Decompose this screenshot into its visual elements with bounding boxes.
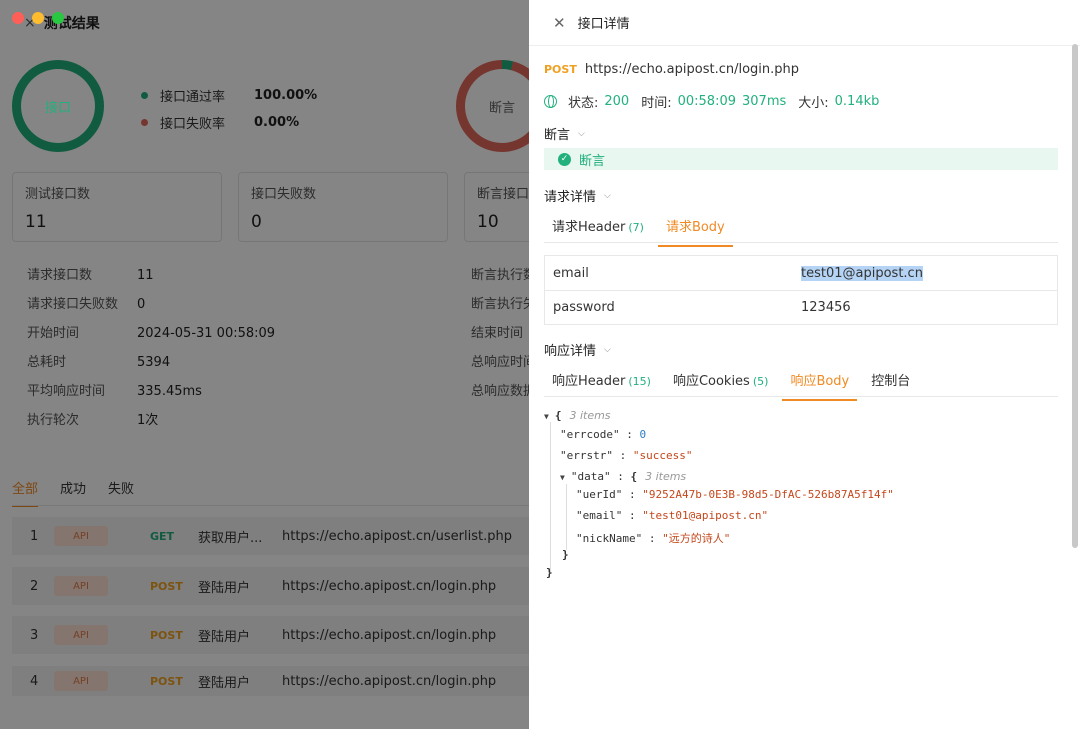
json-key: "email" bbox=[576, 509, 623, 522]
json-key: "data" bbox=[570, 470, 611, 483]
json-line: "email" : "test01@apipost.cn" bbox=[576, 509, 769, 522]
assert-item-label: 断言 bbox=[579, 153, 606, 169]
json-close-brace: } bbox=[562, 548, 569, 561]
json-key: "errcode" bbox=[560, 428, 620, 441]
json-key: "uerId" bbox=[576, 488, 623, 501]
json-line: "nickName" : "远方的诗人" bbox=[576, 532, 731, 545]
tab-label: 响应Header bbox=[552, 374, 626, 389]
table-row: email test01@apipost.cn bbox=[545, 256, 1057, 290]
duration-value: 307ms bbox=[742, 94, 787, 109]
tab-label: 请求Body bbox=[665, 220, 725, 235]
method-label: POST bbox=[544, 63, 577, 76]
window-zoom-button[interactable] bbox=[52, 12, 64, 24]
tab-label: 请求Header bbox=[552, 220, 626, 235]
json-root-line[interactable]: ▼{3 items bbox=[544, 409, 611, 422]
assert-result: ✓ 断言 bbox=[544, 148, 1058, 170]
drawer-header: ✕ 接口详情 bbox=[529, 0, 1080, 46]
size-value: 0.14kb bbox=[834, 94, 880, 109]
time-label: 时间: bbox=[641, 96, 672, 111]
ring-label: 断言 bbox=[488, 100, 515, 116]
tabs-divider bbox=[544, 242, 1058, 243]
status-value: 200 bbox=[604, 94, 630, 109]
tab-count: (15) bbox=[628, 375, 651, 388]
request-url: https://echo.apipost.cn/login.php bbox=[584, 62, 800, 77]
json-value: "远方的诗人" bbox=[662, 532, 731, 545]
json-close-brace: } bbox=[546, 566, 553, 579]
param-value[interactable]: 123456 bbox=[801, 300, 851, 315]
tab-label: 响应Cookies bbox=[672, 374, 750, 389]
collapse-triangle-icon[interactable]: ▼ bbox=[560, 473, 565, 482]
window-close-button[interactable] bbox=[12, 12, 24, 24]
json-key: "nickName" bbox=[576, 532, 643, 545]
size-label: 大小: bbox=[798, 96, 829, 111]
json-value: "success" bbox=[632, 449, 693, 462]
api-detail-drawer: ✕ 接口详情 POST https://echo.apipost.cn/logi… bbox=[529, 0, 1080, 729]
check-circle-icon: ✓ bbox=[558, 152, 571, 166]
json-line: "uerId" : "9252A47b-0E3B-98d5-DfAC-526b8… bbox=[576, 488, 894, 501]
json-item-count: 3 items bbox=[645, 470, 687, 483]
json-guide-line bbox=[566, 484, 567, 550]
scrollbar[interactable] bbox=[1072, 44, 1078, 548]
section-title: 响应详情 bbox=[544, 344, 597, 359]
request-line: POST https://echo.apipost.cn/login.php bbox=[544, 62, 799, 77]
chevron-down-icon: ⌵ bbox=[604, 190, 611, 201]
tab-label: 控制台 bbox=[871, 374, 911, 389]
param-value[interactable]: test01@apipost.cn bbox=[801, 265, 923, 281]
table-row: password 123456 bbox=[545, 290, 1057, 324]
param-key: email bbox=[553, 265, 589, 281]
json-line: "errcode" : 0 bbox=[560, 428, 647, 441]
json-value: "test01@apipost.cn" bbox=[642, 509, 769, 522]
request-body-table: email test01@apipost.cn password 123456 bbox=[544, 255, 1058, 325]
window-minimize-button[interactable] bbox=[32, 12, 44, 24]
request-section-toggle[interactable]: 请求详情 ⌵ bbox=[544, 186, 611, 205]
status-label: 状态: bbox=[568, 96, 599, 111]
window-controls bbox=[12, 12, 64, 24]
response-meta: 状态: 200 时间: 00:58:09 307ms 大小: 0.14kb bbox=[544, 92, 879, 111]
json-value: 0 bbox=[639, 428, 647, 441]
json-line: "errstr" : "success" bbox=[560, 449, 693, 462]
tab-count: (7) bbox=[628, 221, 644, 234]
collapse-triangle-icon[interactable]: ▼ bbox=[544, 412, 549, 421]
globe-icon bbox=[544, 95, 557, 108]
drawer-title: 接口详情 bbox=[577, 17, 630, 32]
tab-count: (5) bbox=[752, 375, 769, 388]
tabs-divider bbox=[544, 396, 1058, 397]
param-key: password bbox=[553, 300, 615, 315]
section-title: 断言 bbox=[544, 128, 571, 143]
json-data-line[interactable]: ▼ "data" : {3 items bbox=[560, 470, 686, 483]
close-icon[interactable]: ✕ bbox=[553, 14, 566, 32]
ring-label: 接口 bbox=[44, 100, 71, 116]
json-guide-line bbox=[550, 422, 551, 572]
section-title: 请求详情 bbox=[544, 190, 597, 205]
time-value: 00:58:09 bbox=[677, 94, 736, 109]
chevron-down-icon: ⌵ bbox=[578, 128, 585, 139]
chevron-down-icon: ⌵ bbox=[604, 344, 611, 355]
json-key: "errstr" bbox=[560, 449, 613, 462]
tab-label: 响应Body bbox=[790, 374, 850, 389]
assert-section-toggle[interactable]: 断言 ⌵ bbox=[544, 124, 585, 143]
json-value: "9252A47b-0E3B-98d5-DfAC-526b87A5f14f" bbox=[642, 488, 894, 501]
json-item-count: 3 items bbox=[569, 409, 611, 422]
response-section-toggle[interactable]: 响应详情 ⌵ bbox=[544, 340, 611, 359]
